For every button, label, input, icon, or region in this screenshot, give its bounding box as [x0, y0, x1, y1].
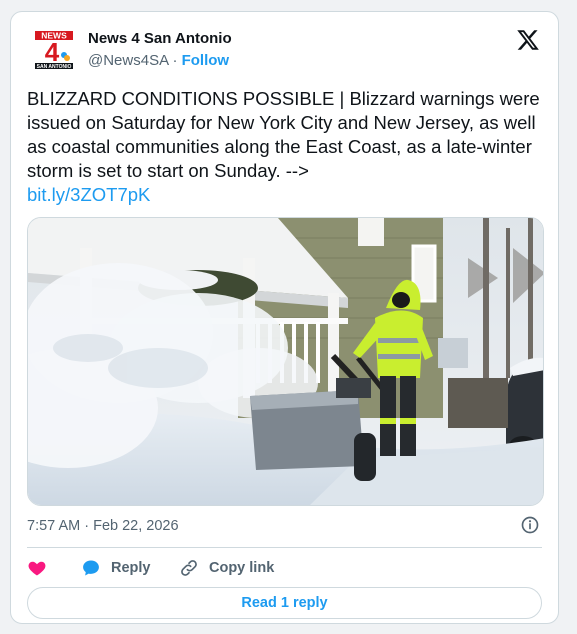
embedded-post-card: NEWS 4 SAN ANTONIO News 4 San Antonio @N…	[10, 11, 559, 624]
post-timestamp[interactable]: 7:57 AM · Feb 22, 2026	[27, 518, 179, 534]
post-photo[interactable]	[27, 217, 544, 506]
copy-link-label: Copy link	[209, 560, 275, 576]
link-icon	[181, 560, 197, 576]
author-handle-row: @News4SA · Follow	[88, 52, 229, 69]
post-text: BLIZZARD CONDITIONS POSSIBLE | Blizzard …	[27, 87, 547, 207]
reply-bubble-icon	[83, 560, 99, 576]
divider	[27, 547, 542, 548]
author-avatar[interactable]: NEWS 4 SAN ANTONIO	[33, 29, 75, 71]
read-replies-button[interactable]: Read 1 reply	[27, 587, 542, 619]
info-icon[interactable]	[520, 515, 540, 535]
snowblower-photo-illustration	[28, 218, 543, 505]
follow-button[interactable]: Follow	[182, 52, 230, 69]
author-handle[interactable]: @News4SA	[88, 52, 168, 69]
reply-button[interactable]: Reply	[81, 557, 151, 579]
author-name[interactable]: News 4 San Antonio	[88, 30, 232, 47]
heart-icon	[28, 561, 46, 576]
x-logo-icon[interactable]	[516, 28, 540, 52]
post-link[interactable]: bit.ly/3ZOT7pK	[27, 184, 150, 205]
post-body: BLIZZARD CONDITIONS POSSIBLE | Blizzard …	[27, 88, 540, 181]
reply-label: Reply	[111, 560, 151, 576]
copy-link-button[interactable]: Copy link	[179, 557, 274, 579]
like-button[interactable]	[27, 557, 57, 579]
news4-logo-icon: NEWS 4 SAN ANTONIO	[35, 31, 73, 70]
svg-text:4: 4	[45, 37, 60, 67]
read-replies-label: Read 1 reply	[241, 595, 328, 611]
svg-text:SAN ANTONIO: SAN ANTONIO	[37, 64, 72, 70]
separator-dot: ·	[172, 52, 182, 69]
